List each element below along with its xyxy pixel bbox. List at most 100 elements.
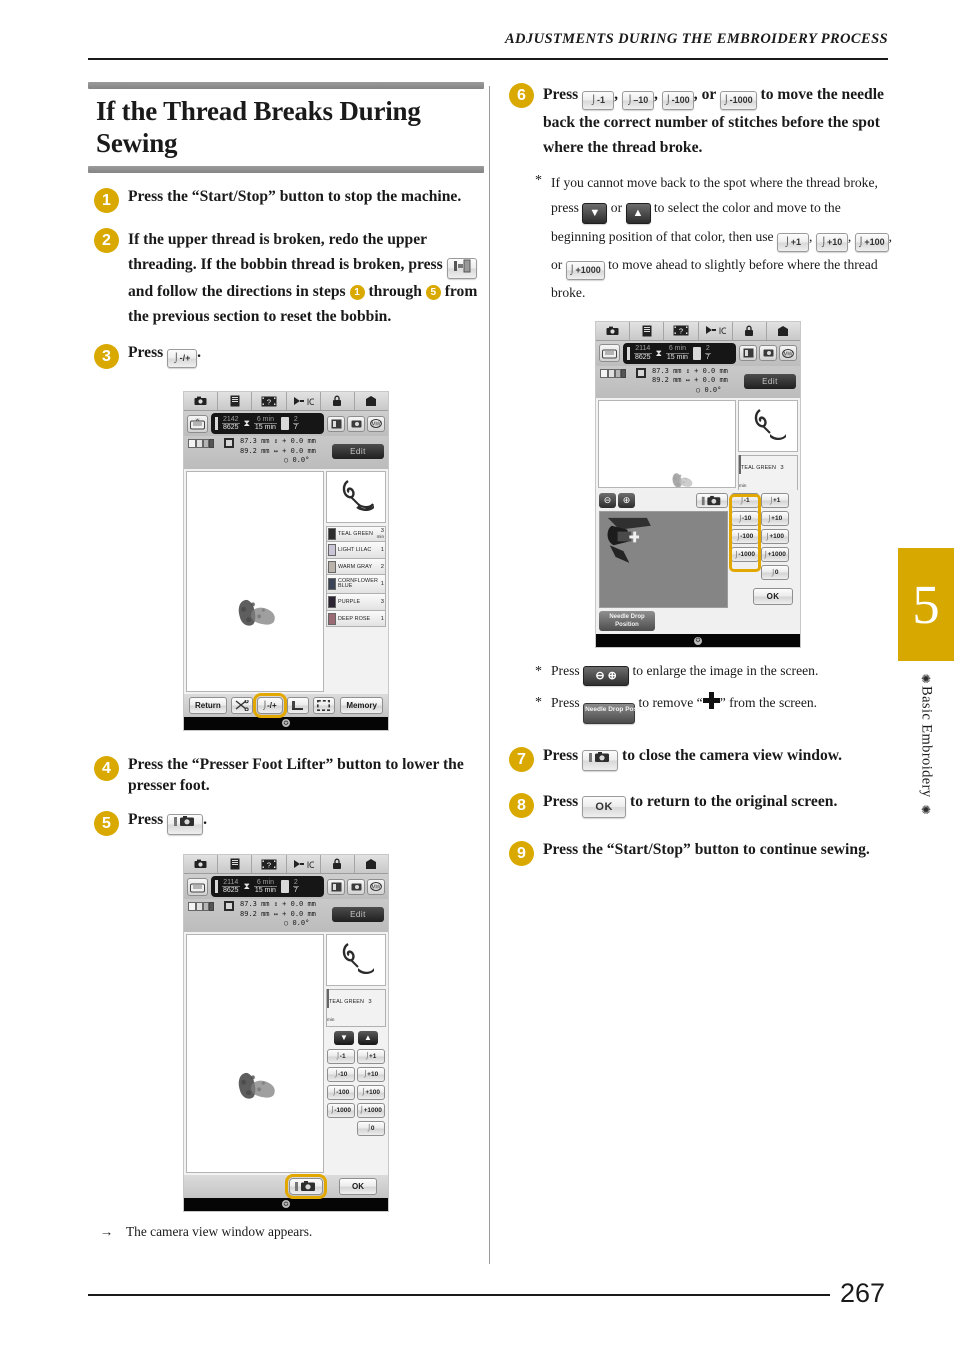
embroidery-mode-icon[interactable] bbox=[599, 344, 620, 363]
document-tab-icon[interactable] bbox=[630, 321, 665, 340]
camera-settings-icon[interactable] bbox=[347, 415, 365, 432]
stitch-plus-1-icon[interactable]: ⌡+1 bbox=[777, 232, 810, 252]
needle-thread-tab-icon[interactable]: lO bbox=[287, 855, 321, 874]
stitch-minus-1-icon[interactable]: ⌡-1 bbox=[582, 91, 615, 110]
edit-button[interactable]: Edit bbox=[332, 907, 384, 923]
stitch-plus-10-button[interactable]: ⌡ +10 bbox=[357, 1066, 385, 1082]
stitch-plus-10-button[interactable]: ⌡ +10 bbox=[761, 511, 789, 527]
color-down-arrow-icon[interactable]: ▼ bbox=[334, 1030, 354, 1045]
stitch-plus-100-icon[interactable]: ⌡+100 bbox=[854, 232, 889, 252]
stitch-plus-100-button[interactable]: ⌡ +100 bbox=[761, 529, 789, 545]
edit-button[interactable]: Edit bbox=[332, 444, 384, 460]
mw-icon[interactable]: MW bbox=[779, 345, 797, 362]
camera-settings-icon[interactable] bbox=[347, 878, 365, 895]
hoop-frame-icon[interactable] bbox=[312, 696, 335, 714]
stitch-minus-10-button[interactable]: ⌡ -10 bbox=[731, 511, 759, 527]
zoom-in-icon[interactable]: ⊕ bbox=[618, 493, 635, 509]
thread-cut-icon[interactable] bbox=[230, 696, 253, 714]
embroidery-mode-icon[interactable]: W bbox=[187, 414, 208, 433]
stitch-minus-1-button[interactable]: ⌡ -1 bbox=[327, 1048, 355, 1064]
camera-settings-icon[interactable] bbox=[759, 345, 777, 362]
memory-button[interactable]: Memory bbox=[340, 696, 383, 714]
thread-color-row[interactable]: LIGHT LILAC 1 bbox=[326, 542, 386, 559]
thread-color-row[interactable]: WARM GRAY 2 bbox=[326, 558, 386, 576]
stitch-minus-100-icon[interactable]: ⌡-100 bbox=[661, 91, 694, 110]
thread-color-row[interactable]: PURPLE 3 bbox=[326, 594, 386, 611]
stitch-minus-10-icon[interactable]: ⌡–10 bbox=[621, 91, 654, 110]
stitch-minus-1000-button[interactable]: ⌡ -1000 bbox=[327, 1102, 355, 1118]
ok-button[interactable]: OK bbox=[753, 588, 793, 606]
thread-color-row[interactable]: CORNFLOWER BLUE 1 bbox=[326, 575, 386, 595]
guide-tab-icon[interactable]: ? bbox=[252, 392, 287, 411]
thread-color-list[interactable]: TEAL GREEN 3 min LIGHT LILAC 1 WARM GRAY bbox=[326, 525, 386, 628]
embroidery-canvas[interactable] bbox=[186, 470, 324, 692]
thread-color-row[interactable]: TEAL GREEN 3 min bbox=[326, 525, 386, 543]
needle-position-icon[interactable]: ⌡-/+ bbox=[167, 349, 198, 369]
lock-tab-icon[interactable] bbox=[733, 321, 767, 340]
home-tab-icon[interactable] bbox=[355, 855, 388, 873]
guide-tab-icon[interactable]: ? bbox=[252, 855, 287, 874]
return-button[interactable]: Return bbox=[189, 696, 227, 714]
stitch-plus-10-icon[interactable]: ⌡+10 bbox=[815, 232, 848, 252]
zoom-out-icon[interactable]: ⊖ bbox=[599, 493, 616, 509]
document-tab-icon[interactable] bbox=[218, 392, 253, 411]
lock-tab-icon[interactable] bbox=[321, 392, 355, 411]
camera-live-image[interactable] bbox=[599, 511, 728, 609]
stitch-plus-1000-button[interactable]: ⌡ +1000 bbox=[357, 1102, 385, 1118]
stitch-minus-1000-icon[interactable]: ⌡-1000 bbox=[719, 91, 757, 110]
stitch-plus-1000-button[interactable]: ⌡ +1000 bbox=[761, 547, 789, 563]
lock-tab-icon[interactable] bbox=[321, 855, 355, 874]
presser-foot-icon[interactable] bbox=[286, 696, 309, 714]
stitch-minus-100-button[interactable]: ⌡ -100 bbox=[327, 1084, 355, 1100]
needle-guide-icon[interactable] bbox=[739, 345, 757, 362]
selected-thread-color[interactable]: TEAL GREEN 3 min bbox=[738, 455, 798, 494]
embroidery-canvas[interactable] bbox=[598, 400, 736, 489]
needle-thread-tab-icon[interactable]: lO bbox=[699, 321, 733, 340]
ok-button-icon[interactable]: OK bbox=[582, 796, 627, 819]
camera-tab-icon[interactable] bbox=[184, 855, 219, 874]
zoom-out-in-icon[interactable]: ⊖ ⊕ bbox=[583, 666, 630, 687]
stitch-plus-1-button[interactable]: ⌡ +1 bbox=[357, 1048, 385, 1064]
stitch-zero-button[interactable]: ⌡ 0 bbox=[761, 565, 789, 581]
stitch-zero-button[interactable]: ⌡ 0 bbox=[357, 1120, 385, 1136]
camera-icon[interactable] bbox=[696, 493, 728, 509]
stitch-plus-100-button[interactable]: ⌡ +100 bbox=[357, 1084, 385, 1100]
camera-icon[interactable] bbox=[167, 814, 204, 836]
home-tab-icon[interactable] bbox=[767, 322, 800, 340]
ok-button[interactable]: OK bbox=[339, 1177, 377, 1195]
selected-thread-color[interactable]: TEAL GREEN 3 min bbox=[326, 988, 386, 1027]
stitch-minus-1000-button[interactable]: ⌡ -1000 bbox=[731, 547, 759, 563]
needle-guide-icon[interactable] bbox=[327, 415, 345, 432]
stitch-minus-10-button[interactable]: ⌡ -10 bbox=[327, 1066, 355, 1082]
color-down-arrow-icon[interactable]: ▼ bbox=[582, 202, 608, 224]
stitch-minus-100-button[interactable]: ⌡ -100 bbox=[731, 529, 759, 545]
needle-drop-position-icon[interactable]: Needle Drop Position bbox=[583, 703, 651, 725]
color-up-arrow-icon[interactable]: ▲ bbox=[625, 202, 651, 224]
color-up-arrow-icon[interactable]: ▲ bbox=[358, 1030, 378, 1045]
camera-icon[interactable] bbox=[582, 750, 619, 772]
camera-tab-icon[interactable] bbox=[184, 392, 219, 411]
embroidery-canvas[interactable] bbox=[186, 933, 324, 1173]
document-tab-icon[interactable] bbox=[218, 855, 253, 874]
stitch-plus-1-button[interactable]: ⌡ +1 bbox=[761, 493, 789, 509]
needle-drop-position-button[interactable]: Needle Drop Position bbox=[599, 611, 655, 632]
machine-screen-camera-view[interactable]: ? lO 2114 8625 ⧗ 6 min 15 min 2 7 MW 87.… bbox=[595, 320, 801, 649]
needle-position-icon[interactable]: ⌡-/+ bbox=[252, 692, 287, 718]
stitch-plus-1000-icon[interactable]: ⌡+1000 bbox=[565, 260, 605, 280]
guide-tab-icon[interactable]: ? bbox=[664, 321, 699, 340]
mw-icon[interactable]: MW bbox=[367, 415, 385, 432]
machine-screen-stitch-list[interactable]: ? lO W 2142 8625 ⧗ 6 min 15 min 2 7 MW 8… bbox=[183, 391, 389, 731]
thread-color-row[interactable]: DEEP ROSE 1 bbox=[326, 610, 386, 628]
bobbin-winding-icon[interactable] bbox=[446, 257, 477, 279]
embroidery-mode-icon[interactable] bbox=[187, 877, 208, 896]
needle-thread-tab-icon[interactable]: lO bbox=[287, 392, 321, 411]
needle-guide-icon[interactable] bbox=[327, 878, 345, 895]
edit-button[interactable]: Edit bbox=[744, 373, 796, 389]
home-tab-icon[interactable] bbox=[355, 392, 388, 410]
camera-tab-icon[interactable] bbox=[596, 321, 631, 340]
stitch-minus-1-button[interactable]: ⌡ -1 bbox=[731, 493, 759, 509]
machine-screen-needle-move[interactable]: ? lO 2114 8625 ⧗ 6 min 15 min 2 7 MW 87.… bbox=[183, 854, 389, 1212]
camera-icon[interactable] bbox=[285, 1173, 327, 1199]
screen-info-buttons: MW bbox=[327, 415, 385, 432]
mw-icon[interactable]: MW bbox=[367, 878, 385, 895]
